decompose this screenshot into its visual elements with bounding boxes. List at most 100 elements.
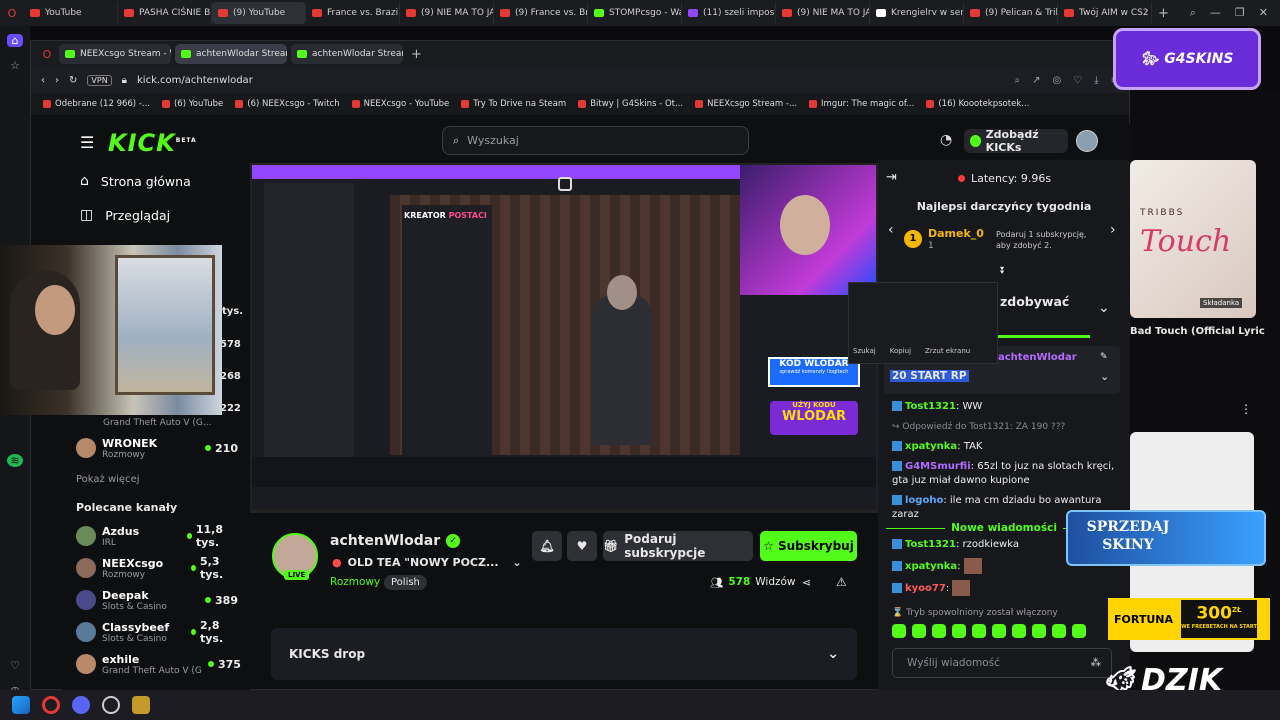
outer-tab[interactable]: YouTube [24, 2, 118, 24]
recommended-channel[interactable]: Deepak Slots & Casino 389 [62, 584, 250, 616]
context-menu-item[interactable]: Kopiuj [890, 347, 911, 355]
download-icon[interactable]: ⤓ [1094, 75, 1098, 86]
bookmark-item[interactable]: Try To Drive na Steam [461, 99, 566, 109]
kicks-drop-panel[interactable]: KICKS drop ⌄ [271, 628, 857, 680]
inner-tab[interactable]: NEEXcsgo Stream - Watch [59, 44, 171, 64]
home-icon[interactable]: ⌂ [7, 34, 23, 47]
outer-tab[interactable]: (9) NIE MA TO JAK [776, 2, 870, 24]
search-tabs-icon[interactable]: ⌕ [1190, 6, 1196, 20]
chat-username[interactable]: logoho [905, 495, 943, 506]
outer-tab[interactable]: (9) NIE MA TO JAK [400, 2, 494, 24]
pip-icon[interactable] [558, 177, 572, 191]
outer-tab[interactable]: (9) YouTube [212, 2, 306, 24]
gift-subscription-button[interactable]: 🎁︎ Podaruj subskrypcje [603, 531, 753, 561]
chevron-down-icon[interactable]: ⌄ [1100, 370, 1109, 383]
chat-username[interactable]: kyoo77 [905, 583, 946, 594]
expand-title-icon[interactable]: ⌄ [513, 556, 522, 569]
bookmark-item[interactable]: Odebrane (12 966) -... [43, 99, 150, 109]
outer-tab[interactable]: (9) Pelican & Tribb [964, 2, 1058, 24]
chevron-down-icon[interactable]: ⌄ [1098, 300, 1110, 316]
back-icon[interactable]: ‹ [41, 75, 45, 86]
chat-message[interactable]: kyoo77: [878, 580, 1130, 596]
spotify-icon[interactable]: ≋ [7, 454, 23, 467]
outer-tab[interactable]: STOMPcsgo - Watc [588, 2, 682, 24]
show-more-link[interactable]: Pokaż więcej [76, 474, 140, 485]
stream-video[interactable]: KREATOR POSTACI KOD WLODAR sprawdź komen… [252, 165, 876, 510]
gifter-name[interactable]: Damek_0 [928, 227, 984, 240]
inner-tab[interactable]: achtenWlodar Stream - W [291, 44, 403, 64]
recommended-channel[interactable]: Azdus IRL 11,8 tys. [62, 520, 250, 552]
video-title[interactable]: Bad Touch (Official Lyric [1130, 326, 1265, 337]
stream-category[interactable]: Rozmowy [330, 576, 380, 588]
discord-taskbar-icon[interactable] [72, 696, 90, 714]
more-icon[interactable]: ⋮ [1240, 402, 1252, 416]
chat-message[interactable]: Tost1321: WW [878, 400, 1130, 414]
bookmark-item[interactable]: NEEXcsgo - YouTube [351, 99, 449, 109]
chevron-right-icon[interactable]: › [1110, 222, 1116, 238]
chat-username[interactable]: Tost1321 [905, 401, 956, 412]
outer-tab[interactable]: Krengielrv w serwie [870, 2, 964, 24]
context-menu-item[interactable]: Zrzut ekranu [925, 347, 970, 355]
rewards-icon[interactable]: ◔ [940, 132, 952, 148]
recommended-channel[interactable]: Classybeef Slots & Casino 2,8 tys. [62, 616, 250, 648]
windows-start-icon[interactable] [12, 696, 30, 714]
recommended-channel[interactable]: exhile Grand Theft Auto V (G... 375 [62, 648, 250, 680]
opera-logo-icon[interactable]: O [0, 5, 24, 21]
context-menu-item[interactable]: Szukaj [853, 347, 876, 355]
chat-input[interactable]: Wyślij wiadomość ⁂ [892, 648, 1112, 678]
chat-username[interactable]: Tost1321 [905, 539, 956, 550]
recommended-channel[interactable]: NEEXcsgo Rozmowy 5,3 tys. [62, 552, 250, 584]
camera-icon[interactable]: ◎ [1052, 75, 1061, 86]
bookmark-item[interactable]: Imgur: The magic of... [809, 99, 914, 109]
chat-username[interactable]: G4MSmurfii [905, 461, 971, 472]
bookmark-item[interactable]: (6) NEEXcsgo - Twitch [235, 99, 340, 109]
url-field[interactable]: kick.com/achtenwlodar [137, 75, 737, 86]
chat-username[interactable]: xpatynka [905, 561, 957, 572]
bookmark-item[interactable]: (16) Koootekpsotek... [926, 99, 1029, 109]
reply-context[interactable]: ↪ Odpowiedź do Tost1321: ZA 190 ??? [878, 420, 1130, 434]
share-icon[interactable]: ⋖ [802, 576, 811, 589]
report-icon[interactable]: ⚠ [836, 575, 847, 589]
collapse-chat-icon[interactable]: ⇥ [886, 170, 897, 185]
video-thumbnail[interactable]: TRIBBS Touch Składanka [1130, 160, 1256, 318]
chat-message[interactable]: G4MSmurfii: 65zl to juz na slotach kręci… [878, 460, 1130, 488]
new-tab-icon[interactable]: + [411, 47, 422, 62]
emote-bar[interactable] [892, 624, 1116, 638]
app-taskbar-icon[interactable] [132, 696, 150, 714]
language-tag[interactable]: Polish [384, 575, 427, 590]
restore-icon[interactable]: ❐ [1235, 6, 1245, 20]
opera-taskbar-icon[interactable] [42, 696, 60, 714]
filter-icon[interactable]: ⏬︎ [1000, 266, 1005, 277]
bookmark-item[interactable]: NEEXcsgo Stream -... [695, 99, 797, 109]
heart-icon[interactable]: ♡ [7, 659, 23, 672]
bookmark-item[interactable]: Bitwy | G4Skins - Ot... [578, 99, 683, 109]
channel-name[interactable]: achtenWlodar ✓ [330, 533, 461, 549]
close-icon[interactable]: ✕ [1259, 6, 1268, 20]
get-kicks-button[interactable]: Zdobądź KICKs [964, 128, 1068, 154]
kick-logo[interactable]: KICKBETA [108, 129, 197, 157]
notification-bell-icon[interactable]: 🔔︎ [532, 531, 562, 561]
share-icon[interactable]: ↗ [1032, 75, 1040, 86]
outer-tab[interactable]: (11) szeli impostor [682, 2, 776, 24]
outer-tab[interactable]: (9) France vs. Brazi [494, 2, 588, 24]
chat-message[interactable]: xpatynka: TAK [878, 440, 1130, 454]
inner-tab[interactable]: achtenWlodar Stream - W [175, 44, 287, 64]
chevron-left-icon[interactable]: ‹ [888, 222, 894, 238]
opera-logo-icon[interactable]: O [39, 46, 55, 62]
outer-tab[interactable]: Twój AIM w CS2 je [1058, 2, 1152, 24]
vpn-badge[interactable]: VPN [87, 74, 112, 86]
hamburger-menu-icon[interactable]: ☰ [80, 133, 94, 152]
reload-icon[interactable]: ↻ [69, 75, 77, 86]
steam-taskbar-icon[interactable] [102, 696, 120, 714]
search-icon[interactable]: ⌕ [1014, 75, 1020, 86]
forward-icon[interactable]: › [55, 75, 59, 86]
outer-tab[interactable]: PASHA CIŚNIE BEK [118, 2, 212, 24]
subscribe-button[interactable]: ☆ Subskrybuj [760, 531, 857, 561]
nav-item[interactable]: ◫ Przeglądaj [62, 198, 250, 232]
heart-icon[interactable]: ♡ [1073, 75, 1082, 86]
followed-channel-wronek[interactable]: WRONEK Rozmowy 210 [62, 432, 250, 464]
follow-heart-icon[interactable]: ♥ [567, 531, 597, 561]
outer-tab[interactable]: France vs. Brazil | F [306, 2, 400, 24]
new-tab-icon[interactable]: + [1158, 6, 1169, 21]
user-avatar[interactable] [1076, 130, 1098, 152]
